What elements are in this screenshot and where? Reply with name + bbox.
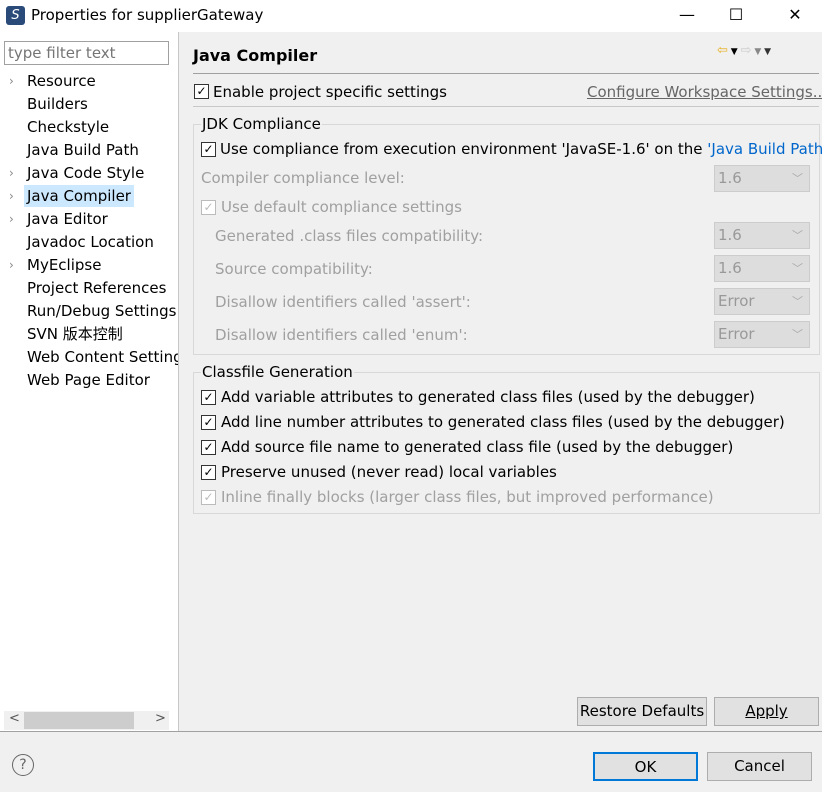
chevron-right-icon[interactable]: › xyxy=(9,254,14,276)
sidebar-item-label: Java Compiler xyxy=(24,185,134,207)
compliance-option-select[interactable]: 1.6 ﹀ xyxy=(714,255,810,282)
sidebar-item-label: Builders xyxy=(27,95,88,113)
classfile-option-checkbox[interactable]: ✓ xyxy=(201,490,216,505)
sidebar-item[interactable]: › Resource xyxy=(0,70,178,92)
scroll-right-icon[interactable]: > xyxy=(155,711,166,726)
sidebar-item-label: Run/Debug Settings xyxy=(27,302,177,320)
page-title: Java Compiler xyxy=(193,46,318,65)
forward-icon[interactable]: ⇨ xyxy=(741,43,752,58)
divider xyxy=(193,73,819,74)
apply-button[interactable]: Apply xyxy=(714,697,819,726)
chevron-right-icon[interactable]: › xyxy=(9,162,14,184)
sidebar-item[interactable]: Web Page Editor xyxy=(0,369,178,391)
use-env-compliance-checkbox[interactable]: ✓ xyxy=(201,142,216,157)
compliance-level-label: Compiler compliance level: xyxy=(201,169,405,187)
jdk-compliance-title: JDK Compliance xyxy=(201,115,322,133)
minimize-button[interactable]: — xyxy=(664,0,710,32)
sidebar-item-label: SVN 版本控制 xyxy=(27,325,123,343)
sidebar-item[interactable]: SVN 版本控制 xyxy=(0,323,178,345)
classfile-option-checkbox[interactable]: ✓ xyxy=(201,440,216,455)
chevron-right-icon[interactable]: › xyxy=(9,185,14,207)
sidebar-item-label: Project References xyxy=(27,279,167,297)
java-build-path-link[interactable]: 'Java Build Path' xyxy=(707,140,822,158)
select-value: 1.6 xyxy=(718,259,742,277)
classfile-option-checkbox[interactable]: ✓ xyxy=(201,390,216,405)
app-icon: S xyxy=(6,6,25,25)
chevron-down-icon: ﹀ xyxy=(792,229,803,242)
ok-button[interactable]: OK xyxy=(593,752,698,781)
sidebar-item[interactable]: › Java Compiler xyxy=(0,185,178,207)
help-icon[interactable]: ? xyxy=(12,754,34,776)
use-default-compliance-label: Use default compliance settings xyxy=(221,198,462,216)
divider xyxy=(0,731,822,732)
sidebar-item[interactable]: Java Build Path xyxy=(0,139,178,161)
chevron-down-icon: ﹀ xyxy=(792,172,803,185)
classfile-option-label: Add source file name to generated class … xyxy=(221,438,734,456)
sidebar-item-label: Java Editor xyxy=(27,210,108,228)
sidebar-item[interactable]: › Java Editor xyxy=(0,208,178,230)
compliance-option-label: Disallow identifiers called 'assert': xyxy=(215,293,471,311)
sidebar-item[interactable]: Javadoc Location xyxy=(0,231,178,253)
classfile-option-label: Preserve unused (never read) local varia… xyxy=(221,463,557,481)
sidebar-item[interactable]: Checkstyle xyxy=(0,116,178,138)
cancel-button[interactable]: Cancel xyxy=(707,752,812,781)
use-env-text: Use compliance from execution environmen… xyxy=(220,140,708,158)
sidebar-item-label: Resource xyxy=(27,72,96,90)
sidebar-item-label: Java Code Style xyxy=(27,164,145,182)
window-title: Properties for supplierGateway xyxy=(31,6,264,24)
select-value: 1.6 xyxy=(718,226,742,244)
forward-menu-icon[interactable]: ▼ xyxy=(751,47,764,57)
chevron-down-icon: ﹀ xyxy=(792,262,803,275)
chevron-down-icon: ﹀ xyxy=(792,295,803,308)
use-env-compliance-label: Use compliance from execution environmen… xyxy=(220,140,822,158)
sidebar-item-label: Web Page Editor xyxy=(27,371,150,389)
classfile-option-label: Inline finally blocks (larger class file… xyxy=(221,488,714,506)
compliance-option-label: Source compatibility: xyxy=(215,260,373,278)
maximize-button[interactable]: ☐ xyxy=(713,0,759,32)
back-icon[interactable]: ⇦ xyxy=(717,43,728,58)
classfile-option-checkbox[interactable]: ✓ xyxy=(201,465,216,480)
enable-project-checkbox[interactable]: ✓ xyxy=(194,84,209,99)
classfile-option-checkbox[interactable]: ✓ xyxy=(201,415,216,430)
compliance-option-label: Generated .class files compatibility: xyxy=(215,227,484,245)
configure-workspace-link[interactable]: Configure Workspace Settings... xyxy=(587,83,822,101)
close-button[interactable]: ✕ xyxy=(772,0,818,32)
chevron-down-icon: ﹀ xyxy=(792,328,803,341)
sidebar-item-label: Javadoc Location xyxy=(27,233,154,251)
use-default-compliance-checkbox[interactable]: ✓ xyxy=(201,200,216,215)
enable-project-label: Enable project specific settings xyxy=(213,83,447,101)
compliance-option-label: Disallow identifiers called 'enum': xyxy=(215,326,468,344)
select-value: Error xyxy=(718,325,755,343)
scrollbar-thumb[interactable] xyxy=(24,712,134,729)
chevron-right-icon[interactable]: › xyxy=(9,208,14,230)
scroll-left-icon[interactable]: < xyxy=(9,711,20,726)
compliance-option-select[interactable]: Error ﹀ xyxy=(714,321,810,348)
filter-input[interactable] xyxy=(4,41,169,65)
select-value: Error xyxy=(718,292,755,310)
back-menu-icon[interactable]: ▼ xyxy=(728,47,741,57)
compliance-level-select[interactable]: 1.6 ﹀ xyxy=(714,165,810,192)
sidebar-item[interactable]: Project References xyxy=(0,277,178,299)
compliance-option-select[interactable]: 1.6 ﹀ xyxy=(714,222,810,249)
sidebar-item-label: Checkstyle xyxy=(27,118,110,136)
sidebar-item[interactable]: › Java Code Style xyxy=(0,162,178,184)
sidebar-item[interactable]: Builders xyxy=(0,93,178,115)
view-menu-icon[interactable]: ▼ xyxy=(764,47,771,57)
nav-toolbar: ⇦ ▼ ⇨ ▼ ▼ xyxy=(717,43,771,58)
sidebar-item[interactable]: › MyEclipse xyxy=(0,254,178,276)
sidebar-item[interactable]: Web Content Settings xyxy=(0,346,178,368)
restore-defaults-button[interactable]: Restore Defaults xyxy=(577,697,707,726)
divider xyxy=(193,106,819,107)
sidebar-item-label: MyEclipse xyxy=(27,256,102,274)
classfile-title: Classfile Generation xyxy=(201,363,354,381)
sidebar-item-label: Java Build Path xyxy=(27,141,139,159)
sidebar-item-label: Web Content Settings xyxy=(27,348,178,366)
compliance-level-value: 1.6 xyxy=(718,169,742,187)
classfile-option-label: Add line number attributes to generated … xyxy=(221,413,785,431)
compliance-option-select[interactable]: Error ﹀ xyxy=(714,288,810,315)
sidebar-item[interactable]: Run/Debug Settings xyxy=(0,300,178,322)
chevron-right-icon[interactable]: › xyxy=(9,70,14,92)
classfile-option-label: Add variable attributes to generated cla… xyxy=(221,388,755,406)
